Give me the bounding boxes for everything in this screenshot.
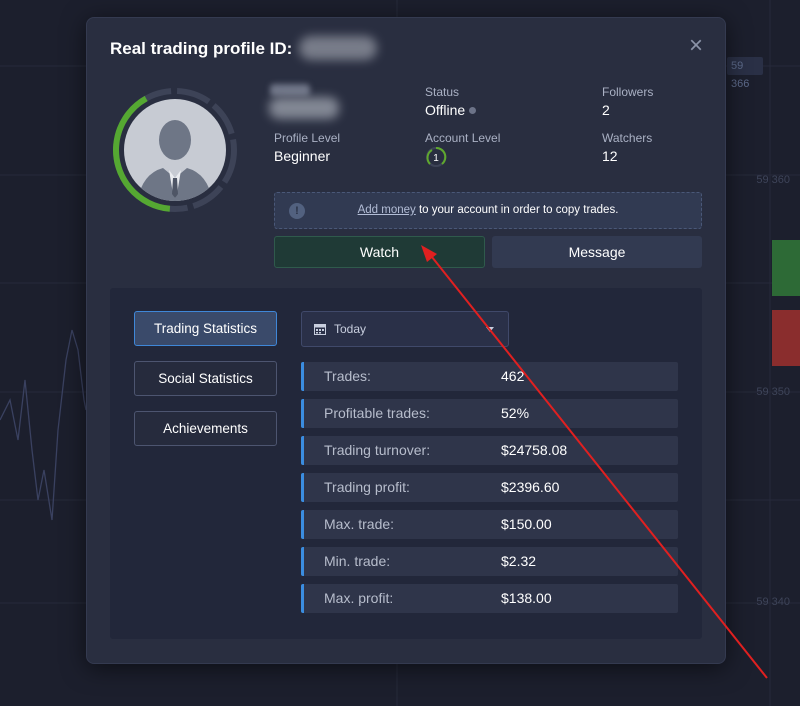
svg-text:1: 1 xyxy=(433,153,439,164)
add-money-link[interactable]: Add money xyxy=(358,204,416,216)
watch-button[interactable]: Watch xyxy=(274,236,485,268)
stat-value: $2396.60 xyxy=(501,479,560,495)
followers-label: Followers xyxy=(602,85,654,99)
stat-value: $2.32 xyxy=(501,553,537,569)
price-line xyxy=(0,329,87,521)
calendar-icon xyxy=(314,324,326,335)
stat-row-max-profit: Max. profit: $138.00 xyxy=(301,584,678,613)
stat-label: Profitable trades: xyxy=(324,405,430,421)
stat-row-trading-profit: Trading profit: $2396.60 xyxy=(301,473,678,502)
stat-row-min-trade: Min. trade: $2.32 xyxy=(301,547,678,576)
statistics-panel: Trading Statistics Social Statistics Ach… xyxy=(110,288,702,639)
price-axis-label: 59 340 xyxy=(756,596,790,608)
current-price-tag: 59 366 xyxy=(727,57,763,90)
profile-id-redacted xyxy=(299,36,377,60)
chevron-down-icon xyxy=(486,327,494,332)
buy-button-edge[interactable] xyxy=(772,240,800,296)
name-label-redacted xyxy=(270,84,310,96)
tab-social-statistics[interactable]: Social Statistics xyxy=(134,361,277,396)
name-redacted xyxy=(269,97,339,119)
watchers-label: Watchers xyxy=(602,131,653,145)
stat-label: Max. trade: xyxy=(324,516,395,532)
info-icon: ! xyxy=(289,203,305,219)
price-axis-label: 59 350 xyxy=(756,386,790,398)
stat-value: $150.00 xyxy=(501,516,552,532)
stat-row-trading-turnover: Trading turnover: $24758.08 xyxy=(301,436,678,465)
add-money-notice: ! Add money to your account in order to … xyxy=(274,192,702,229)
stat-label: Trades: xyxy=(324,368,371,384)
profile-level-value: Beginner xyxy=(274,148,331,164)
stat-label: Trading turnover: xyxy=(324,442,431,458)
sell-button-edge[interactable] xyxy=(772,310,800,366)
stat-value: $24758.08 xyxy=(501,442,568,458)
tab-achievements[interactable]: Achievements xyxy=(134,411,277,446)
price-axis-label: 59 360 xyxy=(756,174,790,186)
stat-value: 52% xyxy=(501,405,530,421)
followers-value: 2 xyxy=(602,102,610,118)
close-icon[interactable]: × xyxy=(686,34,706,58)
profile-level-label: Profile Level xyxy=(274,131,341,145)
stat-label: Min. trade: xyxy=(324,553,391,569)
avatar xyxy=(111,82,239,218)
account-level-label: Account Level xyxy=(425,131,501,145)
modal-title: Real trading profile ID: xyxy=(110,39,293,58)
stat-row-profitable-trades: Profitable trades: 52% xyxy=(301,399,678,428)
stat-value: 462 xyxy=(501,368,525,384)
account-level-badge: 1 xyxy=(425,146,447,173)
stat-row-trades: Trades: 462 xyxy=(301,362,678,391)
status-label: Status xyxy=(425,85,460,99)
message-button[interactable]: Message xyxy=(492,236,702,268)
stat-label: Max. profit: xyxy=(324,590,394,606)
stat-label: Trading profit: xyxy=(324,479,410,495)
trading-profile-modal: Real trading profile ID: × Status Offlin… xyxy=(86,17,726,664)
period-value: Today xyxy=(334,322,367,336)
tab-trading-statistics[interactable]: Trading Statistics xyxy=(134,311,277,346)
stat-row-max-trade: Max. trade: $150.00 xyxy=(301,510,678,539)
stat-value: $138.00 xyxy=(501,590,552,606)
status-value: Offline xyxy=(425,102,477,118)
notice-text: to your account in order to copy trades. xyxy=(415,204,619,216)
offline-indicator-icon xyxy=(469,107,477,114)
watchers-value: 12 xyxy=(602,148,618,164)
period-dropdown[interactable]: Today xyxy=(301,311,509,347)
